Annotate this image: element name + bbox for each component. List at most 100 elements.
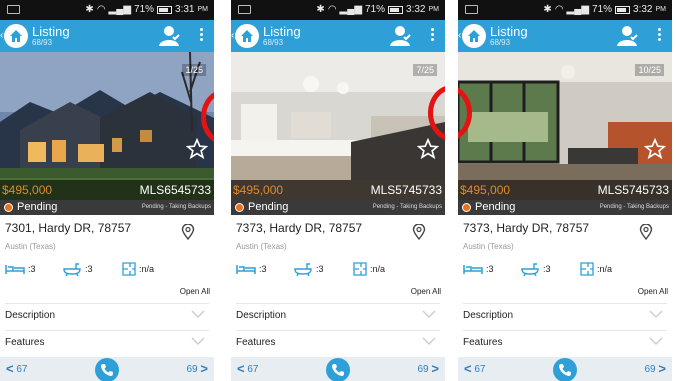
area-value: :n/a	[597, 264, 613, 274]
star-icon[interactable]	[644, 138, 666, 160]
signal-icon: ▂▄▆	[566, 4, 590, 15]
home-icon[interactable]	[462, 24, 486, 48]
listing-nav-bar: < 67 69 >	[458, 357, 672, 381]
back-chevron-icon[interactable]: ‹	[231, 30, 234, 41]
battery-icon	[615, 6, 631, 14]
features-section[interactable]: Features	[236, 330, 440, 354]
agent-icon[interactable]	[389, 25, 411, 47]
wifi-icon: ◠	[554, 4, 564, 15]
next-listing-button[interactable]: 69 >	[418, 361, 440, 376]
agent-icon[interactable]	[158, 25, 180, 47]
chevron-down-icon	[422, 337, 436, 345]
description-label: Description	[463, 310, 514, 321]
listing-status: Pending	[248, 201, 289, 213]
previous-listing-button[interactable]: < 67	[464, 361, 486, 376]
features-label: Features	[463, 337, 503, 348]
next-listing-number: 69	[644, 364, 656, 375]
home-icon[interactable]	[235, 24, 259, 48]
battery-percent: 71%	[592, 4, 613, 15]
listing-nav-bar: < 67 69 >	[0, 357, 214, 381]
back-chevron-icon[interactable]: ‹	[0, 30, 3, 41]
listing-address: 7373, Hardy DR, 78757	[463, 221, 590, 235]
call-button[interactable]	[553, 358, 577, 381]
clock-ampm: PM	[655, 6, 667, 13]
area-value: :n/a	[370, 264, 386, 274]
phone-screen-1: ✱ ◠ ▂▄▆ 71% 3:31 PM ‹ Listing 68/93 1/25…	[0, 0, 214, 381]
floorplan-icon	[353, 262, 367, 276]
beds-feature: :3	[5, 262, 36, 276]
location-pin-icon[interactable]	[639, 224, 653, 240]
status-dot-icon	[235, 203, 244, 212]
status-bar: ✱ ◠ ▂▄▆ 71% 3:31 PM	[0, 0, 214, 20]
app-title: Listing	[32, 24, 70, 39]
app-bar: ‹ Listing 68/93	[0, 20, 214, 52]
next-listing-button[interactable]: 69 >	[645, 361, 667, 376]
star-icon[interactable]	[186, 138, 208, 160]
description-section[interactable]: Description	[236, 303, 440, 327]
location-pin-icon[interactable]	[181, 224, 195, 240]
overflow-menu-icon[interactable]	[658, 28, 662, 43]
mls-number: MLS5745733	[597, 183, 669, 197]
agent-icon[interactable]	[616, 25, 638, 47]
features-section[interactable]: Features	[5, 330, 209, 354]
star-icon[interactable]	[417, 138, 439, 160]
phone-icon	[101, 364, 113, 376]
listing-photo[interactable]: 7/25 $495,000 MLS5745733	[231, 52, 445, 200]
chevron-down-icon	[191, 310, 205, 318]
beds-count: :3	[486, 264, 494, 274]
phone-screen-2: ✱ ◠ ▂▄▆ 71% 3:32 PM ‹ Listing 68/93 7/25…	[231, 0, 445, 381]
phone-icon	[559, 364, 571, 376]
beds-feature: :3	[236, 262, 267, 276]
beds-feature: :3	[463, 262, 494, 276]
open-all-link[interactable]: Open All	[180, 287, 210, 296]
listing-status-detail: Pending - Taking Backups	[599, 204, 669, 210]
listing-status-bar: Pending Pending - Taking Backups	[458, 200, 672, 215]
call-button[interactable]	[95, 358, 119, 381]
photo-counter: 7/25	[413, 64, 437, 76]
features-section[interactable]: Features	[463, 330, 667, 354]
photo-counter: 10/25	[635, 64, 664, 76]
comparison-stage: ✱ ◠ ▂▄▆ 71% 3:31 PM ‹ Listing 68/93 1/25…	[0, 0, 676, 381]
open-all-link[interactable]: Open All	[411, 287, 441, 296]
chevron-down-icon	[422, 310, 436, 318]
bed-icon	[5, 265, 25, 274]
chevron-left-icon: <	[464, 361, 472, 376]
chevron-down-icon	[649, 337, 663, 345]
overflow-menu-icon[interactable]	[431, 28, 435, 43]
floorplan-icon	[122, 262, 136, 276]
previous-listing-button[interactable]: < 67	[6, 361, 28, 376]
clock-ampm: PM	[428, 6, 440, 13]
location-pin-icon[interactable]	[412, 224, 426, 240]
listing-photo[interactable]: 10/25 $495,000 MLS5745733	[458, 52, 672, 200]
listing-position: 68/93	[263, 38, 284, 47]
listing-price: $495,000	[233, 183, 284, 197]
bluetooth-icon: ✱	[85, 4, 94, 15]
listing-status-detail: Pending - Taking Backups	[372, 204, 442, 210]
listing-position: 68/93	[490, 38, 511, 47]
listing-photo[interactable]: 1/25 $495,000 MLS6545733	[0, 52, 214, 200]
next-listing-button[interactable]: 69 >	[187, 361, 209, 376]
overflow-menu-icon[interactable]	[200, 28, 204, 43]
description-label: Description	[236, 310, 287, 321]
listing-nav-bar: < 67 69 >	[231, 357, 445, 381]
price-bar: $495,000 MLS5745733	[458, 180, 672, 200]
open-all-link[interactable]: Open All	[638, 287, 668, 296]
home-icon[interactable]	[4, 24, 28, 48]
previous-listing-button[interactable]: < 67	[237, 361, 259, 376]
listing-position: 68/93	[32, 38, 53, 47]
next-listing-number: 69	[417, 364, 429, 375]
wifi-icon: ◠	[96, 4, 106, 15]
listing-price: $495,000	[460, 183, 511, 197]
description-section[interactable]: Description	[5, 303, 209, 327]
description-label: Description	[5, 310, 56, 321]
back-chevron-icon[interactable]: ‹	[458, 30, 461, 41]
baths-count: :3	[316, 264, 324, 274]
call-button[interactable]	[326, 358, 350, 381]
listing-price: $495,000	[2, 183, 53, 197]
baths-feature: :3	[293, 262, 324, 276]
description-section[interactable]: Description	[463, 303, 667, 327]
listing-address: 7373, Hardy DR, 78757	[236, 221, 363, 235]
battery-percent: 71%	[365, 4, 386, 15]
phone-icon	[332, 364, 344, 376]
listing-status-bar: Pending Pending - Taking Backups	[0, 200, 214, 215]
